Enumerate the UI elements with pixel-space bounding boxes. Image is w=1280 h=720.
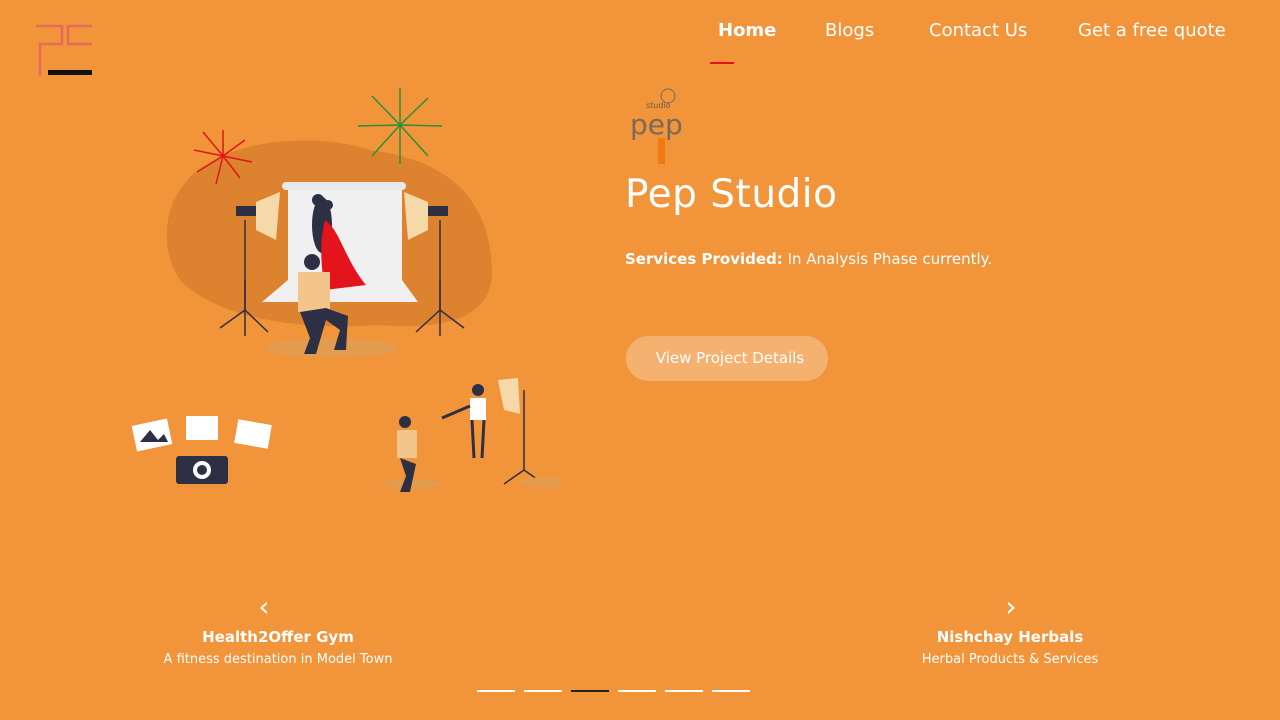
slider-dot-5[interactable] (665, 690, 703, 692)
slider-dot-3[interactable] (571, 690, 609, 692)
studio-pep-logo: studio pep (630, 88, 683, 164)
nav-contact-us[interactable]: Contact Us (929, 20, 1027, 41)
slider-dots (477, 690, 757, 694)
services-label: Services Provided: (625, 250, 783, 268)
photos-cluster (131, 416, 272, 484)
photo-studio-illustration (131, 88, 560, 492)
nav-free-quote[interactable]: Get a free quote (1078, 20, 1226, 41)
next-project-desc: Herbal Products & Services (921, 652, 1099, 667)
previous-project[interactable]: Health2Offer Gym A fitness destination i… (138, 628, 418, 667)
slider-dot-2[interactable] (524, 690, 562, 692)
slider-dot-1[interactable] (477, 690, 515, 692)
nav-blogs[interactable]: Blogs (825, 20, 874, 41)
chevron-left-icon[interactable]: ‹ (254, 592, 274, 622)
chevron-right-icon[interactable]: › (1001, 592, 1021, 622)
next-project-name: Nishchay Herbals (936, 628, 1084, 646)
svg-text:pep: pep (630, 108, 683, 141)
previous-project-name: Health2Offer Gym (202, 628, 354, 646)
nav-active-indicator (710, 62, 734, 64)
slider-dot-4[interactable] (618, 690, 656, 692)
next-project[interactable]: Nishchay Herbals Herbal Products & Servi… (880, 628, 1140, 667)
nav-home[interactable]: Home (718, 20, 776, 41)
services-provided: Services Provided: In Analysis Phase cur… (625, 250, 992, 268)
view-project-details-button[interactable]: View Project Details (626, 336, 828, 381)
main-nav: Home Blogs Contact Us Get a free quote (0, 20, 1280, 64)
project-title: Pep Studio (625, 172, 838, 217)
previous-project-desc: A fitness destination in Model Town (163, 652, 393, 667)
slider-dot-6[interactable] (712, 690, 750, 692)
services-value: In Analysis Phase currently. (787, 250, 993, 268)
